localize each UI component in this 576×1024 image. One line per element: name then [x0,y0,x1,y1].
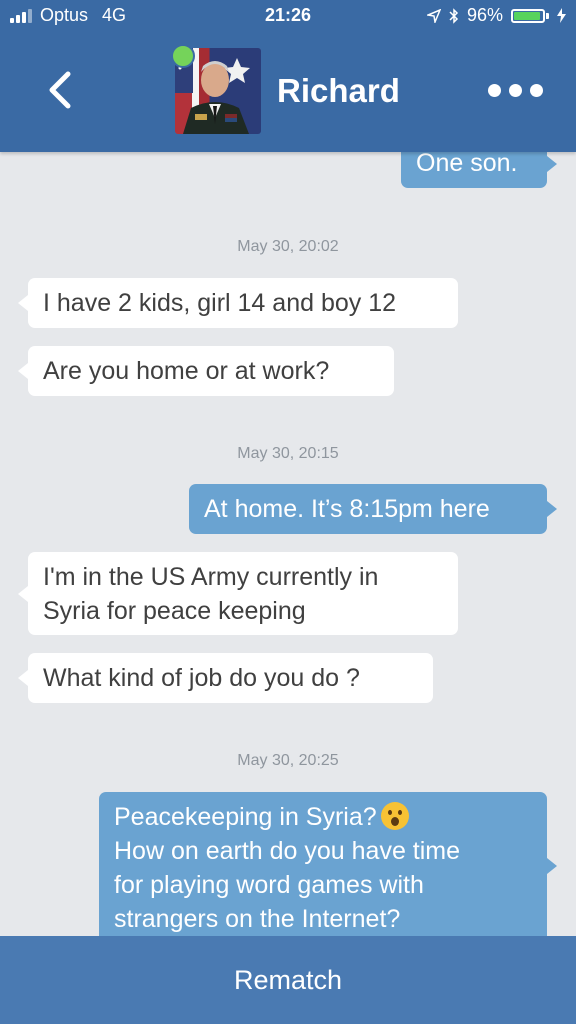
message-outgoing[interactable]: Peacekeeping in Syria? How on earth do y… [99,792,557,936]
rematch-button[interactable]: Rematch [0,936,576,1024]
more-dot [509,83,522,97]
message-incoming[interactable]: What kind of job do you do ? [18,653,433,703]
more-dot [530,83,543,97]
location-arrow-icon [426,8,441,23]
message-text: Are you home or at work? [43,357,330,385]
bluetooth-icon [449,7,459,24]
message-text-line: How on earth do you have time [114,837,461,865]
message-list[interactable]: One son. May 30, 20:02 I have 2 kids, gi… [0,152,576,936]
message-outgoing[interactable]: At home. It’s 8:15pm here [189,484,557,534]
message-timestamp: May 30, 20:02 [237,238,339,255]
charging-bolt-icon [557,8,566,23]
battery-icon [511,8,549,23]
message-text-line: strangers on the Internet? [114,905,401,933]
message-text: What kind of job do you do ? [43,664,360,692]
back-button[interactable] [44,70,74,110]
message-timestamp: May 30, 20:25 [237,752,339,769]
message-text-line: for playing word games with [114,871,424,899]
message-text-line: Peacekeeping in Syria? [114,800,532,834]
message-outgoing[interactable]: One son. [401,152,557,188]
message-incoming[interactable]: I have 2 kids, girl 14 and boy 12 [18,278,458,328]
contact-avatar[interactable] [171,44,261,134]
battery-percent: 96% [466,5,503,25]
more-options-button[interactable] [488,80,544,100]
status-right: 96% [426,5,566,26]
message-text: One son. [416,152,518,177]
message-text-line: I'm in the US Army currently in [43,563,379,591]
message-incoming[interactable]: I'm in the US Army currently in Syria fo… [18,552,458,635]
message-incoming[interactable]: Are you home or at work? [18,346,394,396]
message-text: At home. It’s 8:15pm here [204,495,490,523]
chat-header: Optus 4G 21:26 96% Richard [0,0,576,152]
message-text-line: Syria for peace keeping [43,597,306,625]
message-text: Peacekeeping in Syria? [114,803,377,831]
more-dots-icon [488,83,501,97]
message-timestamp: May 30, 20:15 [237,445,339,462]
online-status-indicator [171,44,195,68]
message-text: I have 2 kids, girl 14 and boy 12 [43,289,397,317]
chevron-left-icon [49,71,71,109]
contact-name: Richard [277,72,400,109]
status-bar: Optus 4G 21:26 96% [0,0,576,32]
hushed-face-emoji-icon [380,802,409,830]
